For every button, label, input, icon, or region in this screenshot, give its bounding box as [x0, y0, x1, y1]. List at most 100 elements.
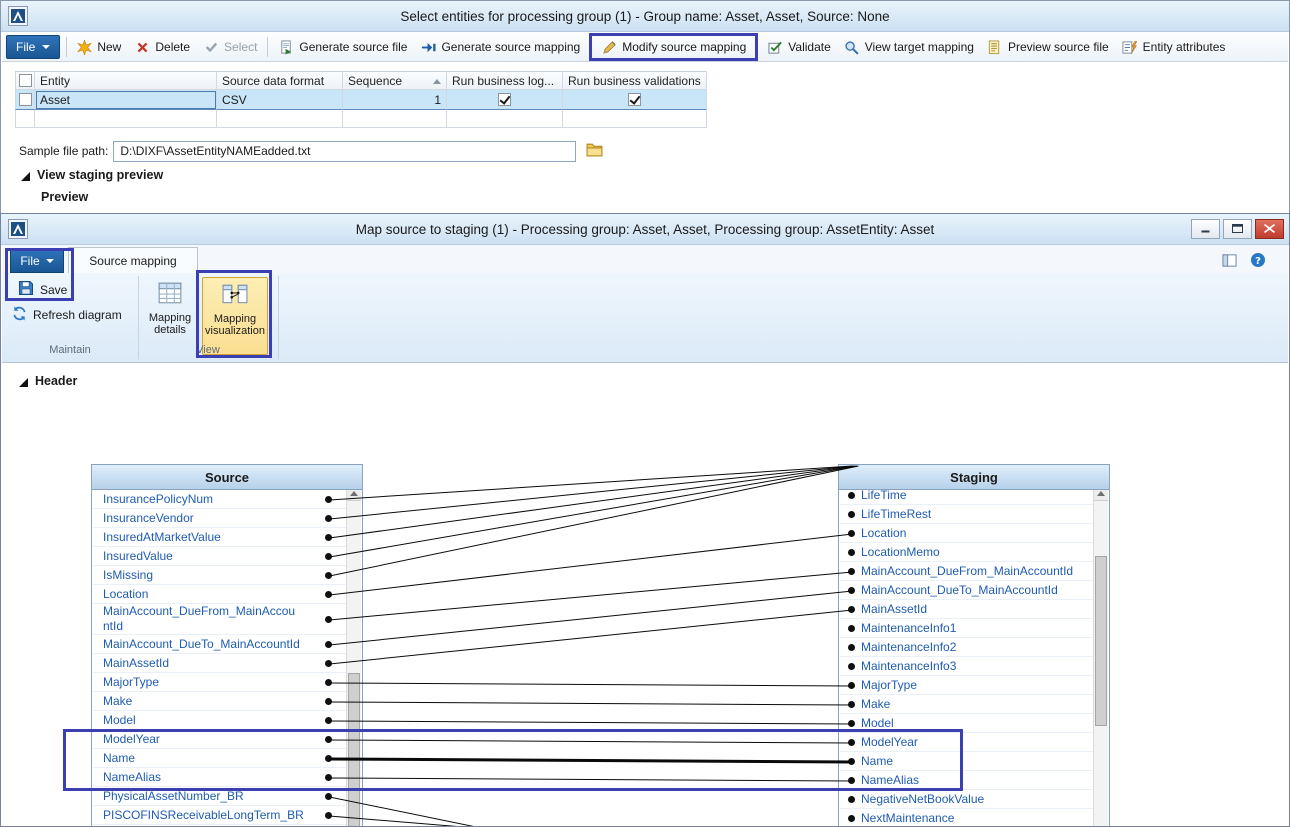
staging-field-maintenanceinfo2[interactable]: MaintenanceInfo2: [840, 638, 1093, 657]
staging-field-maintenanceinfo3[interactable]: MaintenanceInfo3: [840, 657, 1093, 676]
connector-dot[interactable]: [848, 701, 855, 708]
scrollbar-thumb[interactable]: [1095, 556, 1107, 726]
connector-dot[interactable]: [325, 755, 332, 762]
source-field-insurancepolicynum[interactable]: InsurancePolicyNum: [93, 490, 346, 509]
staging-field-name[interactable]: Name: [840, 752, 1093, 771]
staging-field-namealias[interactable]: NameAlias: [840, 771, 1093, 790]
generate-source-file-button[interactable]: Generate source file: [272, 36, 413, 58]
connector-dot[interactable]: [325, 496, 332, 503]
connector-dot[interactable]: [325, 774, 332, 781]
source-field-modelyear[interactable]: ModelYear: [93, 730, 346, 749]
layout-toggle-icon[interactable]: [1221, 252, 1238, 268]
staging-field-maintenanceinfo1[interactable]: MaintenanceInfo1: [840, 619, 1093, 638]
refresh-diagram-button[interactable]: Refresh diagram: [12, 306, 122, 324]
sample-file-path-input[interactable]: D:\DIXF\AssetEntityNAMEadded.txt: [113, 141, 576, 162]
scrollbar-thumb[interactable]: [348, 673, 360, 827]
source-field-make[interactable]: Make: [93, 692, 346, 711]
row-select-checkbox[interactable]: [19, 93, 32, 106]
connector-dot[interactable]: [325, 679, 332, 686]
connector-dot[interactable]: [325, 616, 332, 623]
connector-dot[interactable]: [848, 758, 855, 765]
connector-dot[interactable]: [325, 572, 332, 579]
connector-dot[interactable]: [325, 660, 332, 667]
browse-folder-button[interactable]: [581, 140, 607, 162]
validate-button[interactable]: Validate: [761, 36, 836, 58]
source-field-mainaccount-dueto-mainaccountid[interactable]: MainAccount_DueTo_MainAccountId: [93, 635, 346, 654]
connector-dot[interactable]: [325, 812, 332, 819]
connector-dot[interactable]: [325, 591, 332, 598]
connector-dot[interactable]: [848, 549, 855, 556]
staging-field-locationmemo[interactable]: LocationMemo: [840, 543, 1093, 562]
staging-field-mainaccount-dueto-mainaccountid[interactable]: MainAccount_DueTo_MainAccountId: [840, 581, 1093, 600]
connector-dot[interactable]: [325, 515, 332, 522]
save-button[interactable]: Save: [18, 280, 67, 299]
source-field-insurancevendor[interactable]: InsuranceVendor: [93, 509, 346, 528]
view-staging-preview-expander[interactable]: View staging preview: [21, 168, 163, 182]
connector-dot[interactable]: [848, 587, 855, 594]
connector-dot[interactable]: [848, 682, 855, 689]
help-icon[interactable]: ?: [1249, 252, 1266, 268]
source-field-namealias[interactable]: NameAlias: [93, 768, 346, 787]
delete-button[interactable]: Delete: [128, 36, 196, 58]
source-field-majortype[interactable]: MajorType: [93, 673, 346, 692]
connector-dot[interactable]: [325, 717, 332, 724]
entity-attributes-button[interactable]: Entity attributes: [1116, 36, 1232, 58]
source-field-name[interactable]: Name: [93, 749, 346, 768]
connector-dot[interactable]: [848, 796, 855, 803]
staging-field-make[interactable]: Make: [840, 695, 1093, 714]
connector-dot[interactable]: [325, 736, 332, 743]
preview-source-file-button[interactable]: Preview source file: [981, 36, 1115, 58]
connector-dot[interactable]: [848, 568, 855, 575]
staging-field-model[interactable]: Model: [840, 714, 1093, 733]
source-field-mainaccount-duefrom-mainaccountid[interactable]: MainAccount_DueFrom_MainAccountId: [93, 604, 346, 635]
column-header-entity[interactable]: Entity: [35, 71, 217, 90]
column-header-source-data-format[interactable]: Source data format: [217, 71, 343, 90]
connector-dot[interactable]: [848, 739, 855, 746]
connector-dot[interactable]: [848, 511, 855, 518]
connector-dot[interactable]: [848, 720, 855, 727]
file-menu-button[interactable]: File: [6, 35, 60, 59]
select-entities-titlebar[interactable]: Select entities for processing group (1)…: [1, 1, 1289, 32]
staging-field-negativenetbookvalue[interactable]: NegativeNetBookValue: [840, 790, 1093, 809]
maximize-button[interactable]: [1223, 219, 1252, 239]
column-header-run-business-log[interactable]: Run business log...: [447, 71, 563, 90]
view-target-mapping-button[interactable]: View target mapping: [838, 36, 980, 58]
staging-field-nextmaintenance[interactable]: NextMaintenance: [840, 809, 1093, 827]
tab-source-mapping[interactable]: Source mapping: [68, 247, 198, 273]
new-button[interactable]: New: [70, 36, 127, 58]
staging-field-mainaccount-duefrom-mainaccountid[interactable]: MainAccount_DueFrom_MainAccountId: [840, 562, 1093, 581]
source-field-insuredvalue[interactable]: InsuredValue: [93, 547, 346, 566]
grid-row-asset[interactable]: AssetCSV1: [15, 90, 707, 110]
staging-field-majortype[interactable]: MajorType: [840, 676, 1093, 695]
connector-dot[interactable]: [325, 534, 332, 541]
connector-dot[interactable]: [325, 641, 332, 648]
connector-dot[interactable]: [848, 777, 855, 784]
tab-file[interactable]: File: [10, 248, 64, 273]
source-field-insuredatmarketvalue[interactable]: InsuredAtMarketValue: [93, 528, 346, 547]
staging-field-modelyear[interactable]: ModelYear: [840, 733, 1093, 752]
connector-dot[interactable]: [848, 530, 855, 537]
select-all-checkbox[interactable]: [19, 74, 32, 87]
staging-field-mainassetid[interactable]: MainAssetId: [840, 600, 1093, 619]
column-header-sequence[interactable]: Sequence: [343, 71, 447, 90]
source-field-physicalassetnumber-br[interactable]: PhysicalAssetNumber_BR: [93, 787, 346, 806]
source-field-location[interactable]: Location: [93, 585, 346, 604]
source-field-piscofinsreceivablelongterm-br[interactable]: PISCOFINSReceivableLongTerm_BR: [93, 806, 346, 825]
connector-dot[interactable]: [848, 492, 855, 499]
connector-dot[interactable]: [325, 698, 332, 705]
column-header-run-business-validations[interactable]: Run business validations: [563, 71, 707, 90]
connector-dot[interactable]: [848, 663, 855, 670]
generate-source-mapping-button[interactable]: Generate source mapping: [414, 36, 586, 58]
modify-source-mapping-button[interactable]: Modify source mapping: [595, 36, 752, 58]
minimize-button[interactable]: [1191, 219, 1220, 239]
source-field-ismissing[interactable]: IsMissing: [93, 566, 346, 585]
run-business-validations-checkbox[interactable]: [628, 93, 641, 106]
run-business-logic-checkbox[interactable]: [498, 93, 511, 106]
close-button[interactable]: [1255, 219, 1284, 239]
staging-field-lifetimerest[interactable]: LifeTimeRest: [840, 505, 1093, 524]
staging-field-location[interactable]: Location: [840, 524, 1093, 543]
staging-panel-scrollbar[interactable]: [1093, 486, 1108, 827]
connector-dot[interactable]: [325, 553, 332, 560]
connector-dot[interactable]: [325, 793, 332, 800]
connector-dot[interactable]: [848, 815, 855, 822]
